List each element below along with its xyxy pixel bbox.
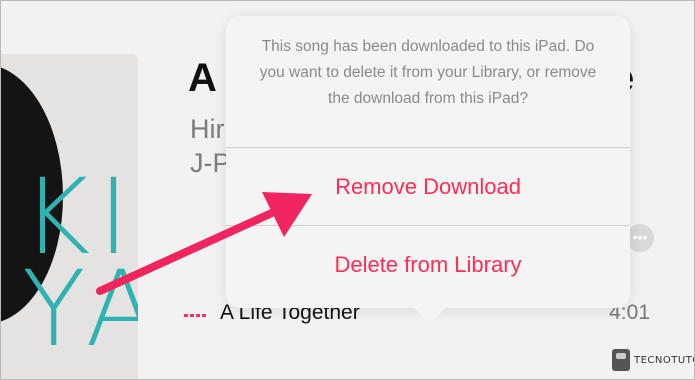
song-genre: J-P bbox=[190, 148, 231, 178]
album-artwork-lettering: KI YA bbox=[22, 165, 138, 370]
album-artwork: KI YA bbox=[0, 54, 138, 380]
popover-divider bbox=[226, 147, 630, 148]
album-letters-line-2: YA bbox=[22, 247, 138, 370]
song-artist[interactable]: Hir bbox=[190, 114, 225, 145]
watermark-text: TECNOTUTO bbox=[634, 354, 695, 366]
ellipsis-icon: ••• bbox=[632, 229, 648, 245]
now-playing-bars-icon bbox=[184, 314, 206, 317]
song-title-start: A bbox=[188, 56, 217, 100]
watermark-badge-icon bbox=[612, 349, 630, 371]
more-options-button[interactable]: ••• bbox=[626, 224, 654, 252]
popover-divider bbox=[226, 225, 630, 226]
remove-download-button[interactable]: Remove Download bbox=[226, 149, 630, 225]
popover-message: This song has been downloaded to this iP… bbox=[259, 38, 597, 107]
watermark-logo: TECNOTUTO bbox=[612, 349, 695, 371]
delete-options-popover: This song has been downloaded to this iP… bbox=[226, 16, 630, 324]
delete-from-library-button[interactable]: Delete from Library bbox=[226, 227, 630, 303]
